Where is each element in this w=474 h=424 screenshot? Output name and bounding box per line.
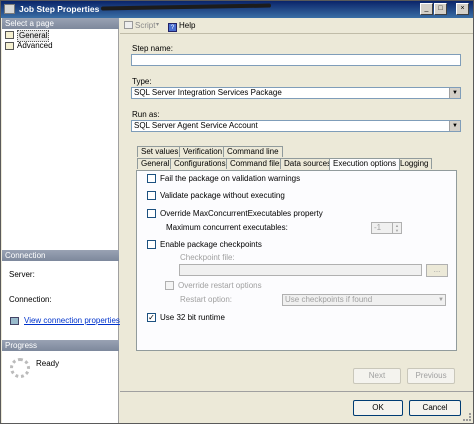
checkpoint-file-label: Checkpoint file:	[180, 253, 235, 262]
override-max-concurrent-checkbox[interactable]	[147, 209, 156, 218]
page-item-label: Advanced	[17, 41, 53, 50]
toolbar-divider	[120, 33, 473, 34]
minimize-button[interactable]: _	[420, 3, 433, 15]
use-32bit-label: Use 32 bit runtime	[160, 313, 225, 322]
max-concurrent-label: Maximum concurrent executables:	[166, 223, 288, 232]
chevron-down-icon[interactable]: ▼	[438, 295, 444, 305]
toolbar: Script ▾ ? Help	[120, 18, 473, 34]
script-label: Script	[135, 21, 156, 30]
type-select[interactable]: SQL Server Integration Services Package …	[131, 87, 461, 99]
help-button[interactable]: ? Help	[168, 20, 196, 32]
job-step-properties-window: Job Step Properties _ □ × Select a page …	[0, 0, 474, 424]
use-32bit-checkbox[interactable]: ✓	[147, 313, 156, 322]
script-dropdown-arrow[interactable]: ▾	[156, 20, 159, 31]
step-name-input[interactable]	[131, 54, 461, 66]
maximize-button[interactable]: □	[434, 3, 447, 15]
next-button[interactable]: Next	[353, 368, 401, 384]
spinner-icon	[10, 358, 30, 378]
server-label: Server:	[9, 270, 35, 279]
redaction-mark	[100, 3, 272, 11]
restart-option-select[interactable]: Use checkpoints if found ▼	[282, 294, 446, 306]
restart-option-label: Restart option:	[180, 295, 233, 304]
view-connection-properties-text[interactable]: View connection properties	[24, 316, 120, 325]
footer-divider	[120, 391, 473, 392]
chevron-down-icon[interactable]: ▼	[449, 121, 460, 131]
script-icon	[124, 21, 133, 29]
chevron-down-icon[interactable]: ▼	[449, 88, 460, 98]
page-icon	[5, 42, 14, 50]
override-restart-label: Override restart options	[178, 281, 262, 290]
tab-general[interactable]: General	[137, 158, 174, 169]
validate-without-executing-checkbox[interactable]	[147, 191, 156, 200]
script-button[interactable]: Script	[124, 20, 155, 31]
type-select-value: SQL Server Integration Services Package	[134, 88, 282, 97]
close-button[interactable]: ×	[456, 3, 469, 15]
connection-icon	[10, 317, 19, 325]
help-icon: ?	[168, 23, 177, 32]
tab-command-files[interactable]: Command files	[226, 158, 288, 169]
help-label: Help	[179, 21, 196, 30]
fail-on-warnings-label: Fail the package on validation warnings	[160, 174, 301, 183]
select-page-header: Select a page	[2, 18, 119, 29]
tab-verification[interactable]: Verification	[179, 146, 227, 157]
left-pane: Select a page General Advanced Connectio…	[2, 18, 120, 423]
ok-button[interactable]: OK	[353, 400, 403, 416]
cancel-button[interactable]: Cancel	[409, 400, 461, 416]
run-as-label: Run as:	[132, 110, 160, 119]
page-icon	[5, 31, 14, 39]
tab-logging[interactable]: Logging	[396, 158, 433, 169]
tab-execution-options[interactable]: Execution options	[329, 158, 401, 170]
type-label: Type:	[132, 77, 152, 86]
previous-button[interactable]: Previous	[407, 368, 455, 384]
progress-header: Progress	[2, 340, 119, 351]
tab-set-values[interactable]: Set values	[137, 146, 183, 157]
window-icon	[4, 4, 15, 14]
title-bar: Job Step Properties _ □ ×	[1, 1, 473, 18]
validate-without-executing-label: Validate package without executing	[160, 191, 285, 200]
connection-label: Connection:	[9, 295, 52, 304]
browse-button[interactable]: ...	[426, 264, 448, 277]
checkpoint-file-input[interactable]	[179, 264, 422, 276]
max-concurrent-value: -1	[374, 223, 382, 232]
tab-data-sources[interactable]: Data sources	[280, 158, 336, 169]
tab-command-line[interactable]: Command line	[223, 146, 283, 157]
resize-grip-icon[interactable]	[463, 413, 471, 421]
run-as-select[interactable]: SQL Server Agent Service Account ▼	[131, 120, 461, 132]
max-concurrent-spinbox[interactable]: -1 ▲ ▼	[371, 222, 402, 234]
enable-checkpoints-checkbox[interactable]	[147, 240, 156, 249]
override-max-concurrent-label: Override MaxConcurrentExecutables proper…	[160, 209, 323, 218]
fail-on-warnings-checkbox[interactable]	[147, 174, 156, 183]
tab-configurations[interactable]: Configurations	[170, 158, 230, 169]
spin-down-icon[interactable]: ▼	[392, 228, 401, 233]
run-as-select-value: SQL Server Agent Service Account	[134, 121, 258, 130]
override-restart-checkbox[interactable]	[165, 281, 174, 290]
window-title: Job Step Properties	[19, 4, 100, 14]
connection-header: Connection	[2, 250, 119, 261]
restart-option-value: Use checkpoints if found	[285, 295, 373, 304]
enable-checkpoints-label: Enable package checkpoints	[160, 240, 262, 249]
progress-status: Ready	[36, 359, 60, 368]
step-name-label: Step name:	[132, 44, 173, 53]
